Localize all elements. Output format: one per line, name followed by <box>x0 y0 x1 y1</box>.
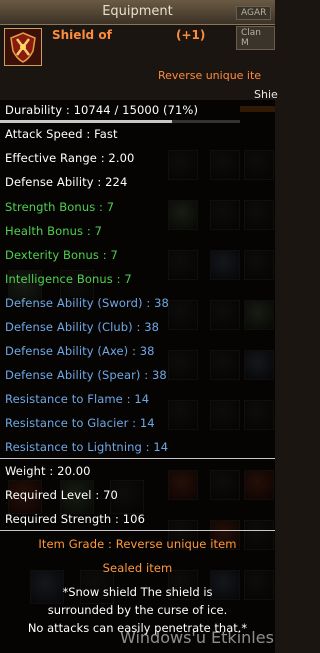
required-level: Required Level : 70 <box>5 488 118 502</box>
stat-strength-bonus: Strength Bonus : 7 <box>5 200 115 214</box>
stat-defense-spear: Defense Ability (Spear) : 38 <box>5 368 167 382</box>
item-tooltip-header: Shield of (+1) Reverse unique ite Shie <box>0 26 278 112</box>
activation-watermark: Windows'u Etkinles <box>120 628 274 647</box>
weight: Weight : 20.00 <box>5 464 91 478</box>
sealed-status: Sealed item <box>102 561 173 575</box>
required-strength: Required Strength : 106 <box>5 512 146 526</box>
item-grade: Item Grade : Reverse unique item <box>38 537 237 551</box>
description-line: surrounded by the curse of ice. <box>47 603 228 617</box>
shield-icon <box>4 28 42 66</box>
stat-resist-glacier: Resistance to Glacier : 14 <box>5 416 155 430</box>
stat-dexterity-bonus: Dexterity Bonus : 7 <box>5 248 118 262</box>
stat-defense: Defense Ability : 224 <box>5 175 128 189</box>
stat-health-bonus: Health Bonus : 7 <box>5 224 103 238</box>
equipment-title-bar: Equipment <box>0 0 275 25</box>
stat-attack-speed: Attack Speed : Fast <box>5 127 118 141</box>
item-enhancement: (+1) <box>176 28 206 42</box>
stat-effective-range: Effective Range : 2.00 <box>5 151 135 165</box>
window-title: Equipment <box>102 4 173 19</box>
item-tooltip: Durability : 10744 / 15000 (71%) Attack … <box>0 100 275 653</box>
stat-resist-flame: Resistance to Flame : 14 <box>5 392 150 406</box>
stat-intelligence-bonus: Intelligence Bonus : 7 <box>5 272 132 286</box>
stat-resist-lightning: Resistance to Lightning : 14 <box>5 440 169 454</box>
durability-text: Durability : 10744 / 15000 (71%) <box>5 103 199 117</box>
durability-bar <box>0 120 240 123</box>
tab-agar[interactable]: AGAR <box>236 6 272 20</box>
stat-defense-sword: Defense Ability (Sword) : 38 <box>5 296 169 310</box>
divider <box>0 458 275 459</box>
item-name: Shield of <box>52 28 112 42</box>
stat-defense-axe: Defense Ability (Axe) : 38 <box>5 344 155 358</box>
divider <box>0 530 275 531</box>
durability-bar-fill <box>0 120 172 123</box>
stat-defense-club: Defense Ability (Club) : 38 <box>5 320 160 334</box>
description-line: *Snow shield The shield is <box>62 585 213 599</box>
item-grade-header: Reverse unique ite <box>158 69 262 82</box>
